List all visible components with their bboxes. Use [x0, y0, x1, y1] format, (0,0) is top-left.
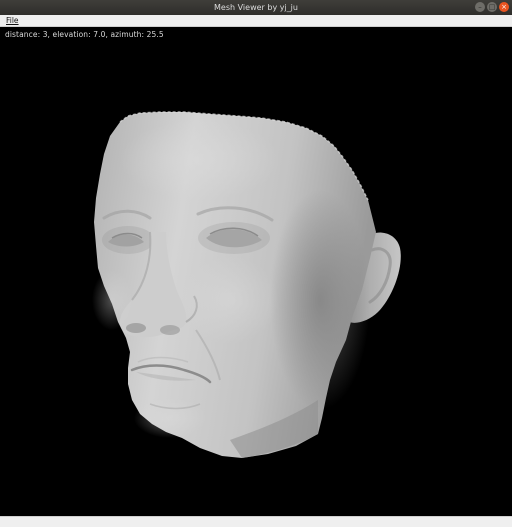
mesh-viewer-window: Mesh Viewer by yj_ju – □ × File distance…: [0, 0, 512, 527]
maximize-icon[interactable]: □: [487, 2, 497, 12]
window-title: Mesh Viewer by yj_ju: [214, 3, 298, 12]
title-bar[interactable]: Mesh Viewer by yj_ju – □ ×: [0, 0, 512, 15]
face-mesh[interactable]: [0, 27, 512, 516]
close-icon[interactable]: ×: [499, 2, 509, 12]
render-viewport[interactable]: distance: 3, elevation: 7.0, azimuth: 25…: [0, 27, 512, 516]
minimize-icon[interactable]: –: [475, 2, 485, 12]
window-controls: – □ ×: [475, 2, 509, 13]
menu-file[interactable]: File: [6, 15, 19, 26]
status-bar: [0, 516, 512, 527]
camera-readout: distance: 3, elevation: 7.0, azimuth: 25…: [5, 30, 164, 39]
menu-bar: File: [0, 15, 512, 27]
